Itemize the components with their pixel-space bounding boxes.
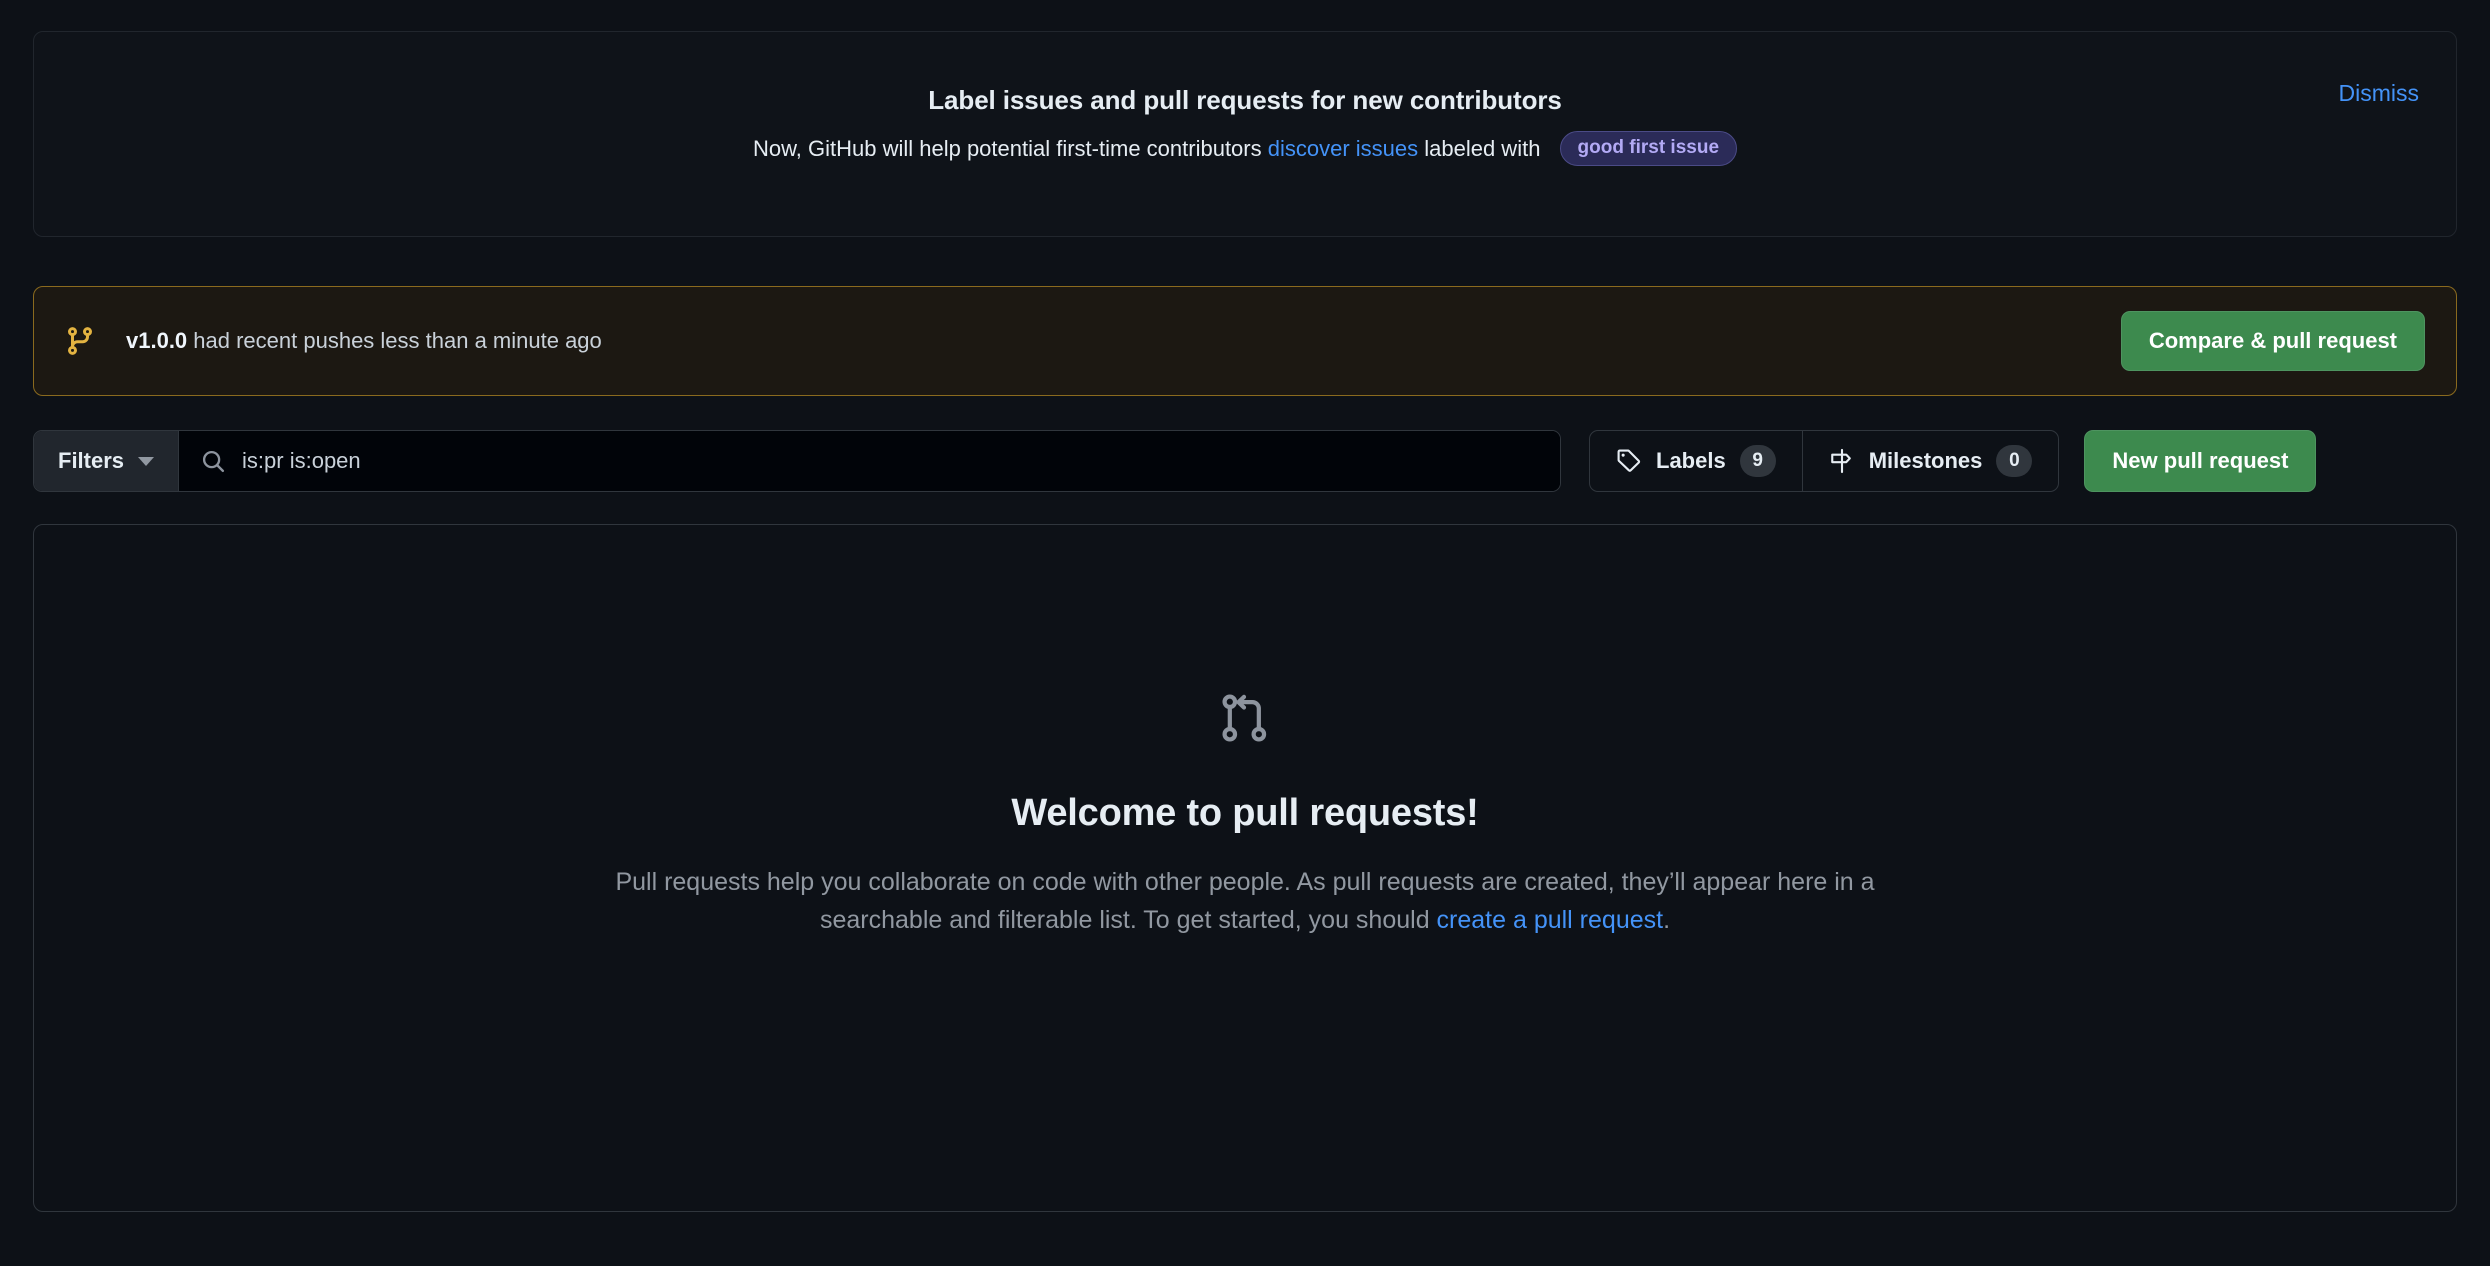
blankslate-body-suffix: .: [1663, 906, 1671, 934]
milestones-button[interactable]: Milestones 0: [1801, 431, 2059, 491]
chevron-down-icon: [138, 456, 155, 466]
create-a-pull-request-link[interactable]: create a pull request: [1437, 906, 1664, 934]
announcement-subtitle-prefix: Now, GitHub will help potential first-ti…: [752, 135, 1268, 161]
announcement-subtitle: Now, GitHub will help potential first-ti…: [72, 130, 2418, 167]
blankslate-body: Pull requests help you collaborate on co…: [575, 863, 1915, 939]
search-icon: [201, 449, 226, 474]
search-group: Filters: [33, 430, 1561, 492]
push-message-text: had recent pushes less than a minute ago: [187, 328, 602, 353]
discover-issues-link[interactable]: discover issues: [1268, 133, 1418, 165]
milestones-count-badge: 0: [1996, 445, 2033, 477]
milestone-icon: [1829, 448, 1855, 474]
announcement-content: Label issues and pull requests for new c…: [72, 84, 2418, 167]
git-pull-request-icon: [1218, 691, 1272, 745]
milestones-button-label: Milestones: [1868, 448, 1983, 473]
recent-push-banner: v1.0.0 had recent pushes less than a min…: [33, 286, 2457, 396]
search-field-wrapper[interactable]: [179, 431, 1560, 491]
dismiss-button[interactable]: Dismiss: [2339, 80, 2420, 107]
filters-button-label: Filters: [58, 448, 125, 473]
blankslate-title: Welcome to pull requests!: [1011, 792, 1479, 834]
git-branch-icon: [65, 326, 126, 356]
pull-requests-page: Label issues and pull requests for new c…: [33, 0, 2457, 1212]
labels-button-label: Labels: [1656, 448, 1726, 473]
announcement-title: Label issues and pull requests for new c…: [928, 85, 1562, 115]
filters-button[interactable]: Filters: [34, 431, 180, 491]
blankslate-body-prefix: Pull requests help you collaborate on co…: [615, 868, 1875, 934]
pull-requests-blankslate: Welcome to pull requests! Pull requests …: [33, 524, 2457, 1212]
announcement-subtitle-middle: labeled with: [1418, 135, 1547, 161]
filter-toolbar: Filters is:pr is:open Labels 9 Milestone…: [33, 430, 2457, 492]
branch-name: v1.0.0: [126, 328, 188, 353]
announcement-banner: Label issues and pull requests for new c…: [33, 31, 2457, 237]
labels-milestones-group: Labels 9 Milestones 0: [1589, 430, 2060, 492]
tag-icon: [1616, 448, 1642, 474]
search-input[interactable]: [242, 448, 1538, 474]
compare-and-pull-request-button[interactable]: Compare & pull request: [2120, 311, 2425, 371]
good-first-issue-label[interactable]: good first issue: [1559, 130, 1738, 167]
recent-push-message: v1.0.0 had recent pushes less than a min…: [126, 328, 2121, 354]
labels-button[interactable]: Labels 9: [1590, 431, 1802, 491]
new-pull-request-button[interactable]: New pull request: [2084, 430, 2317, 492]
labels-count-badge: 9: [1739, 445, 1776, 477]
